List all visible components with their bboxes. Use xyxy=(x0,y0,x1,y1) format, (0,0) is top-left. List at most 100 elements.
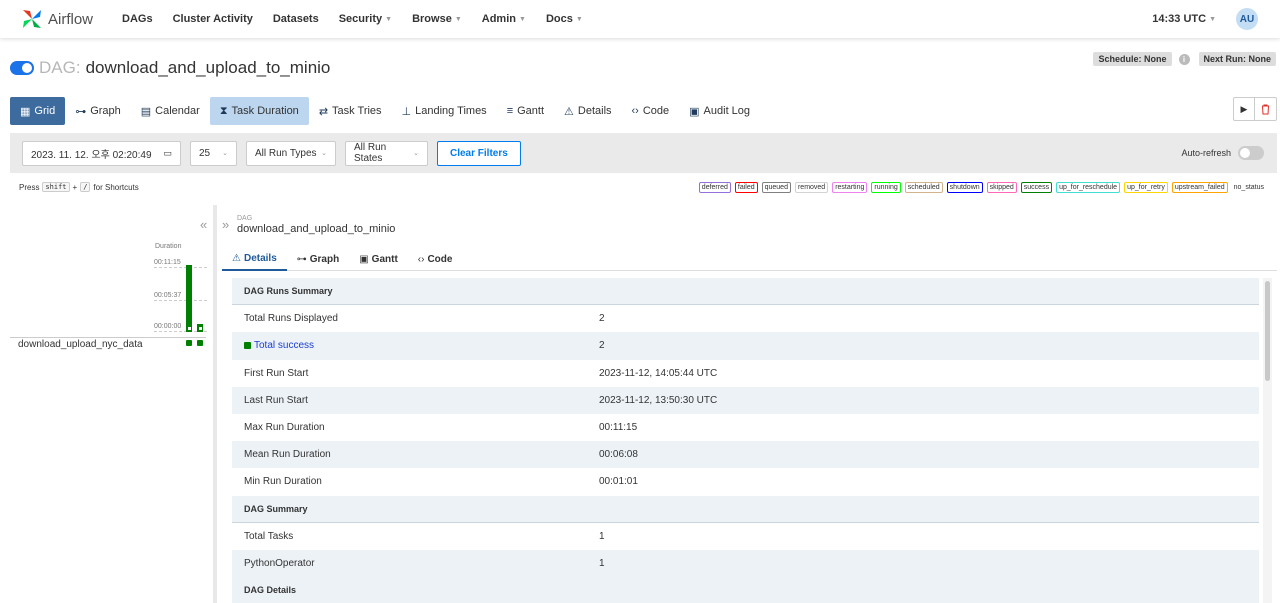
row-label-cell: DAG Details xyxy=(232,585,587,595)
nav-item-label: Docs xyxy=(545,13,573,25)
section-header: DAG Runs Summary xyxy=(232,278,1259,306)
clear-filters-button[interactable]: Clear Filters xyxy=(437,140,521,166)
base-date-value: 2023. 11. 12. 오후 02:20:49 xyxy=(31,149,152,161)
task-name: download_upload_nyc_data xyxy=(18,339,143,350)
row-label: DAG Runs Summary xyxy=(244,286,333,297)
legend-up-for-retry: up_for_retry xyxy=(1124,182,1168,193)
top-navbar: Airflow DAGs Cluster Activity Datasets Secu… xyxy=(0,0,1280,38)
info-icon[interactable]: i xyxy=(1178,53,1190,65)
base-date-input[interactable]: 2023. 11. 12. 오후 02:20:49 ▭ xyxy=(22,140,181,166)
row-value: 2 xyxy=(599,340,605,352)
nav-item-docs[interactable]: Docs ▼ xyxy=(536,0,593,38)
chevron-down-icon: ▼ xyxy=(454,15,462,23)
auto-refresh-toggle[interactable] xyxy=(1238,146,1264,160)
chevron-down-icon: ▼ xyxy=(1209,15,1216,23)
duration-gridline xyxy=(154,300,207,301)
shortcut-key-shift: shift xyxy=(42,182,70,192)
nav-item-datasets[interactable]: Datasets xyxy=(263,0,329,38)
nav-item-label: Cluster Activity xyxy=(172,13,253,25)
legend-upstream-failed: upstream_failed xyxy=(1171,182,1228,193)
nav-item-dags[interactable]: DAGs xyxy=(112,0,163,38)
tab-graph[interactable]: ⊶ Graph xyxy=(65,97,131,125)
tab-landing-times[interactable]: ⊥ Landing Times xyxy=(392,97,497,125)
code-icon: ‹› xyxy=(417,253,425,265)
success-status-icon xyxy=(244,342,251,350)
table-row: Total success 2 xyxy=(232,332,1259,360)
row-label-cell: Total Tasks xyxy=(232,531,587,542)
row-label-cell: Total Runs Displayed xyxy=(232,313,587,324)
brand-link[interactable]: Airflow xyxy=(20,7,112,31)
subtab-graph[interactable]: ⊶ Graph xyxy=(287,247,349,271)
breadcrumb[interactable]: download_and_upload_to_minio xyxy=(237,223,395,235)
run-state-select[interactable]: All Run States ⌄ xyxy=(345,140,428,166)
nav-item-security[interactable]: Security ▼ xyxy=(329,0,402,38)
legend-deferred: deferred xyxy=(698,182,731,193)
tab-task-tries[interactable]: ⇄ Task Tries xyxy=(309,97,392,125)
nav-item-label: Datasets xyxy=(272,13,319,25)
duration-tick-label: 00:11:15 xyxy=(154,259,181,266)
legend-no-status: no_status xyxy=(1231,183,1266,192)
run-duration-bar[interactable] xyxy=(186,265,192,332)
landing-icon: ⊥ xyxy=(401,105,412,118)
legend-removed: removed xyxy=(794,182,829,193)
duration-tick-label: 00:05:37 xyxy=(154,292,182,299)
tab-label: Task Tries xyxy=(332,105,382,117)
details-table: DAG Runs Summary Total Runs Displayed 2 Tot… xyxy=(232,278,1259,603)
tab-label: Code xyxy=(642,105,670,117)
tab-code[interactable]: ‹› Code xyxy=(622,97,680,125)
dag-header: DAG: download_and_upload_to_minio xyxy=(10,58,330,78)
filter-bar: 2023. 11. 12. 오후 02:20:49 ▭ 25 ⌄ All Run… xyxy=(10,133,1277,173)
warning-icon: ⚠ xyxy=(564,105,574,118)
tab-details[interactable]: ⚠ Details xyxy=(554,97,622,125)
expand-grid-icon[interactable]: » xyxy=(222,217,229,232)
trash-icon xyxy=(1262,104,1269,114)
row-label-cell: Total success xyxy=(232,340,587,351)
tab-gantt[interactable]: ≡ Gantt xyxy=(497,97,554,125)
row-label: Max Run Duration xyxy=(244,422,325,434)
tab-audit-log[interactable]: ▣ Audit Log xyxy=(679,97,760,125)
run-type-select[interactable]: All Run Types ⌄ xyxy=(246,140,336,166)
tab-grid[interactable]: ▦ Grid xyxy=(10,97,66,125)
nav-item-admin[interactable]: Admin ▼ xyxy=(472,0,536,38)
user-avatar[interactable]: AU xyxy=(1236,8,1258,30)
scrollbar-thumb[interactable] xyxy=(1265,281,1270,381)
trigger-dag-button[interactable]: ▶ xyxy=(1233,97,1255,121)
dag-pause-toggle[interactable] xyxy=(10,61,34,75)
clock-display[interactable]: 14:33 UTC ▼ xyxy=(1152,13,1216,25)
tab-label: Gantt xyxy=(517,105,545,117)
code-icon: ‹› xyxy=(631,105,639,117)
panel-resize-handle[interactable] xyxy=(213,205,217,603)
table-row: Min Run Duration 00:01:01 xyxy=(232,468,1259,495)
row-value: 2023-11-12, 13:50:30 UTC xyxy=(599,394,718,406)
calendar-picker-icon: ▭ xyxy=(163,147,172,158)
run-type-marker xyxy=(187,327,191,330)
view-tabs: ▦ Grid ⊶ Graph ▤ Calendar ⧗ Task Duration ⇄ Task … xyxy=(10,97,760,125)
shortcut-plus: + xyxy=(72,182,78,192)
table-row: Mean Run Duration 00:06:08 xyxy=(232,441,1259,469)
num-runs-select[interactable]: 25 ⌄ xyxy=(190,140,237,166)
nav-item-cluster-activity[interactable]: Cluster Activity xyxy=(163,0,263,38)
tab-calendar[interactable]: ▤ Calendar xyxy=(131,97,210,125)
graph-icon: ⊶ xyxy=(296,253,307,265)
run-type-marker xyxy=(198,327,202,330)
play-icon: ▶ xyxy=(1240,103,1248,114)
collapse-grid-icon[interactable]: « xyxy=(200,217,207,232)
delete-dag-button[interactable] xyxy=(1255,97,1277,121)
total-success-link[interactable]: Total success xyxy=(254,340,314,351)
subtab-details[interactable]: ⚠ Details xyxy=(222,247,287,271)
retry-icon: ⇄ xyxy=(318,105,329,118)
gantt-icon: ≡ xyxy=(506,105,514,117)
legend-restarting: restarting xyxy=(832,182,868,193)
task-row[interactable]: download_upload_nyc_data xyxy=(10,337,206,351)
nav-item-browse[interactable]: Browse ▼ xyxy=(402,0,472,38)
legend-scheduled: scheduled xyxy=(904,182,943,193)
auto-refresh-label: Auto-refresh xyxy=(1181,148,1231,158)
subtab-gantt[interactable]: ▣ Gantt xyxy=(349,247,408,271)
tab-label: Landing Times xyxy=(415,105,487,117)
grid-icon: ▦ xyxy=(20,105,31,118)
nav-item-label: Admin xyxy=(481,13,516,25)
task-instance-square[interactable] xyxy=(197,340,203,346)
subtab-code[interactable]: ‹› Code xyxy=(408,247,463,271)
tab-task-duration[interactable]: ⧗ Task Duration xyxy=(209,97,309,125)
task-instance-square[interactable] xyxy=(186,340,192,346)
